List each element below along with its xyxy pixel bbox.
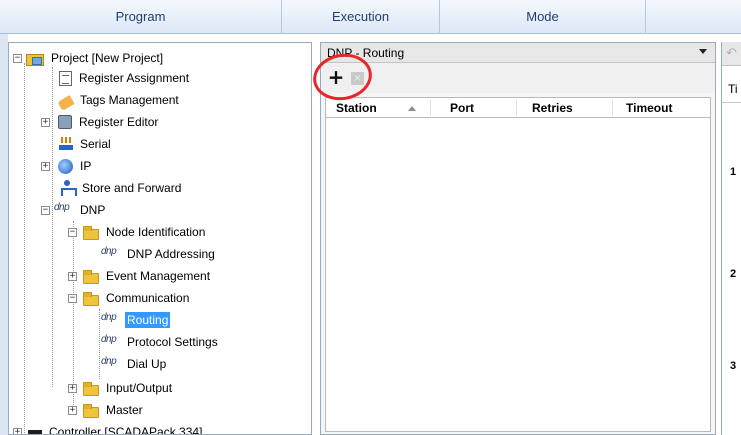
tree-label-ip: IP — [80, 159, 92, 173]
collapse-toggle[interactable]: − — [68, 227, 77, 237]
tree-label-dnp: DNP — [80, 203, 106, 217]
routing-table: Station Port Retries Timeout — [325, 97, 711, 432]
right-panel-toolbar: ↶ — [722, 42, 741, 66]
panel-title: DNP - Routing — [327, 46, 405, 60]
sort-ascending-icon — [408, 106, 416, 111]
folder-icon — [83, 291, 99, 306]
main-menu-bar: Program Execution Mode — [0, 0, 741, 34]
expand-toggle[interactable]: + — [41, 161, 50, 171]
collapse-toggle[interactable]: − — [13, 53, 22, 63]
register-editor-icon — [58, 115, 72, 129]
tree-line — [24, 63, 25, 433]
right-side-panel: ↶ Ti 1 2 3 — [721, 42, 741, 435]
undo-icon[interactable]: ↶ — [726, 46, 737, 61]
routing-table-header: Station Port Retries Timeout — [326, 98, 710, 118]
expand-toggle[interactable]: + — [41, 117, 50, 127]
column-header-timeout[interactable]: Timeout — [626, 101, 672, 115]
right-panel-divider — [722, 102, 741, 103]
expand-toggle[interactable]: + — [68, 271, 77, 281]
menu-program[interactable]: Program — [0, 0, 282, 34]
column-separator[interactable] — [516, 100, 517, 116]
row-number-3: 3 — [730, 360, 737, 372]
tree-label-serial: Serial — [80, 137, 111, 151]
row-number-2: 2 — [730, 268, 737, 280]
controller-icon — [28, 429, 42, 434]
folder-icon — [83, 403, 99, 418]
tree-label-routing: Routing — [125, 312, 171, 328]
tree-item-controller[interactable]: + Controller [SCADAPack 334] — [13, 421, 204, 435]
chevron-down-icon[interactable] — [699, 49, 707, 54]
row-number-1: 1 — [730, 166, 737, 178]
tree-label-communication: Communication — [106, 291, 190, 305]
delete-route-button[interactable]: × — [351, 72, 364, 85]
tree-item-dnp[interactable]: − dnp DNP — [41, 199, 107, 221]
project-icon — [26, 54, 44, 66]
dnp-icon: dnp — [101, 312, 117, 323]
store-forward-icon — [59, 180, 77, 196]
tree-label-controller: Controller [SCADAPack 334] — [49, 425, 203, 435]
column-separator[interactable] — [430, 100, 431, 116]
tree-label-master: Master — [106, 403, 143, 417]
tree-item-dial-up[interactable]: dnp Dial Up — [101, 353, 168, 375]
tree-label-register-assignment: Register Assignment — [79, 71, 190, 85]
tree-item-communication[interactable]: − Communication — [68, 287, 191, 309]
tree-item-node-identification[interactable]: − Node Identification — [68, 221, 207, 243]
column-header-port[interactable]: Port — [450, 101, 474, 115]
expand-toggle[interactable]: + — [68, 383, 77, 393]
folder-icon — [83, 381, 99, 396]
menu-extra[interactable] — [646, 0, 741, 34]
dnp-icon: dnp — [54, 202, 70, 213]
menu-execution[interactable]: Execution — [282, 0, 440, 34]
column-header-retries[interactable]: Retries — [532, 101, 573, 115]
project-tree-panel: − Project [New Project] Register Assignm… — [8, 42, 312, 435]
routing-toolbar: + × — [321, 63, 715, 93]
tree-item-ip[interactable]: + IP — [41, 155, 93, 177]
serial-port-icon — [59, 137, 73, 151]
tag-icon — [57, 95, 75, 111]
list-icon — [59, 70, 72, 86]
tree-item-dnp-addressing[interactable]: dnp DNP Addressing — [101, 243, 217, 265]
tree-item-protocol-settings[interactable]: dnp Protocol Settings — [101, 331, 220, 353]
routing-panel-header[interactable]: DNP - Routing — [321, 43, 715, 63]
tree-label-dnp-addressing: DNP Addressing — [127, 247, 215, 261]
add-route-button[interactable]: + — [325, 67, 347, 89]
globe-icon — [58, 158, 73, 174]
tree-item-event-management[interactable]: + Event Management — [68, 265, 212, 287]
tree-label-node-identification: Node Identification — [106, 225, 206, 239]
tree-item-store-and-forward[interactable]: Store and Forward — [59, 177, 183, 199]
tree-item-project[interactable]: − Project [New Project] — [13, 47, 165, 69]
collapse-toggle[interactable]: − — [41, 205, 50, 215]
tree-label-event-management: Event Management — [106, 269, 211, 283]
expand-toggle[interactable]: + — [13, 427, 22, 434]
menu-mode[interactable]: Mode — [440, 0, 646, 34]
tree-item-register-assignment[interactable]: Register Assignment — [59, 67, 191, 89]
folder-icon — [83, 225, 99, 240]
left-edge-strip — [0, 34, 8, 435]
tree-item-routing[interactable]: dnp Routing — [101, 309, 171, 331]
tree-label-register-editor: Register Editor — [79, 115, 159, 129]
dnp-routing-panel: DNP - Routing + × Station Port Retries T… — [320, 42, 716, 435]
tree-label-input-output: Input/Output — [106, 381, 173, 395]
expand-toggle[interactable]: + — [68, 405, 77, 415]
tree-label-project: Project [New Project] — [51, 51, 164, 65]
tree-label-tags-management: Tags Management — [80, 93, 179, 107]
tree-line — [99, 309, 100, 379]
tree-item-register-editor[interactable]: + Register Editor — [41, 111, 160, 133]
tree-label-protocol-settings: Protocol Settings — [127, 335, 218, 349]
tree-item-serial[interactable]: Serial — [59, 133, 113, 155]
tree-label-dial-up: Dial Up — [127, 357, 167, 371]
dnp-icon: dnp — [101, 246, 117, 257]
column-separator[interactable] — [612, 100, 613, 116]
tree-item-tags-management[interactable]: Tags Management — [57, 89, 181, 111]
column-header-station[interactable]: Station — [336, 101, 377, 115]
folder-icon — [83, 269, 99, 284]
tree-item-input-output[interactable]: + Input/Output — [68, 377, 174, 399]
dnp-icon: dnp — [101, 356, 117, 367]
right-panel-column-label: Ti — [728, 82, 738, 96]
dnp-icon: dnp — [101, 334, 117, 345]
collapse-toggle[interactable]: − — [68, 293, 77, 303]
tree-item-master[interactable]: + Master — [68, 399, 145, 421]
tree-label-store-and-forward: Store and Forward — [82, 181, 182, 195]
